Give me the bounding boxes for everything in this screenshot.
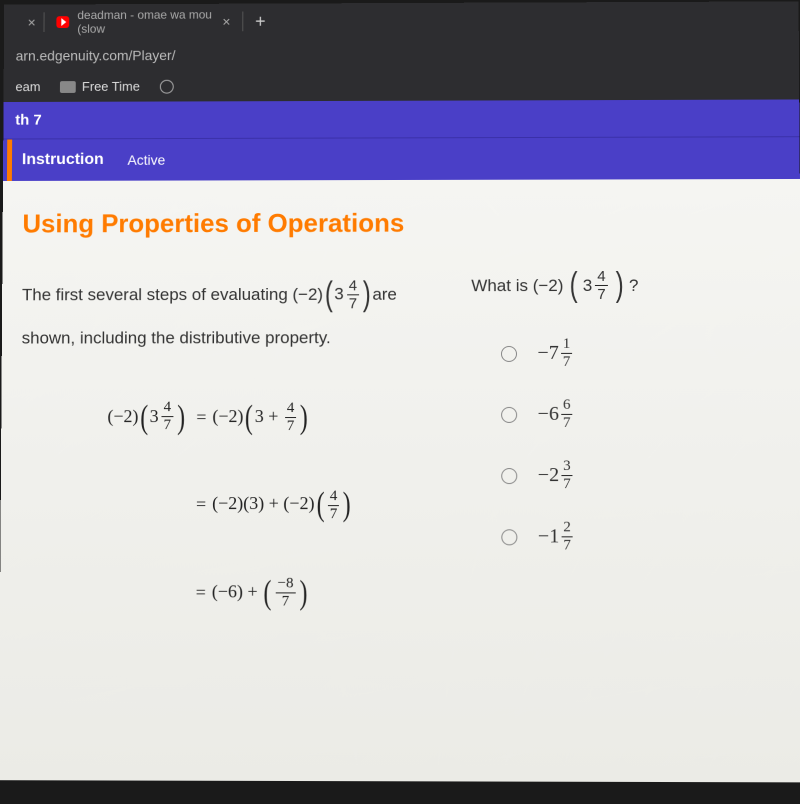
browser-chrome: × deadman - omae wa mou (slow × + arn.ed…	[4, 1, 800, 102]
prompt-line2: shown, including the distributive proper…	[22, 328, 331, 347]
frac-den: 7	[330, 506, 338, 522]
math-row-2: = (−2)(3) + (−2)(47)	[60, 464, 431, 546]
right-column: What is (−2)(347)? −717 −667 −237	[471, 266, 783, 641]
active-label: Active	[127, 152, 165, 168]
frac-den: 7	[563, 354, 571, 370]
url-bar[interactable]: arn.edgenuity.com/Player/	[4, 37, 799, 71]
radio-icon[interactable]	[502, 529, 518, 545]
frac-den: 7	[597, 286, 605, 302]
question-suffix: ?	[629, 275, 639, 295]
bookmark-folder[interactable]: Free Time	[60, 79, 140, 94]
frac-num: 4	[328, 489, 340, 506]
math-derivation: (−2)(347) = (−2)(3 + 47) = (−2)(3) + (−2…	[60, 377, 432, 635]
frac-den: 7	[563, 476, 571, 492]
frac-num: 3	[561, 459, 573, 476]
frac-num: 6	[561, 398, 573, 415]
option-c[interactable]: −237	[472, 459, 782, 492]
instruction-tab[interactable]: Instruction	[7, 139, 104, 181]
main-content: Using Properties of Operations The first…	[0, 179, 800, 782]
frac-num: 2	[561, 520, 573, 537]
math-row-1: (−2)(347) = (−2)(3 + 47)	[61, 377, 432, 459]
browser-tab-prev[interactable]: ×	[4, 4, 44, 40]
option-b[interactable]: −667	[471, 398, 781, 431]
close-icon[interactable]: ×	[222, 14, 230, 30]
body-row: The first several steps of evaluating (−…	[20, 266, 783, 641]
radio-icon[interactable]	[501, 345, 517, 361]
prompt-text: The first several steps of evaluating (−…	[22, 285, 323, 304]
radio-icon[interactable]	[502, 468, 518, 484]
intro-text: The first several steps of evaluating (−…	[22, 266, 432, 353]
frac-num: −8	[276, 576, 296, 593]
term: 3 +	[255, 406, 283, 426]
equals: =	[190, 571, 212, 614]
frac-num: 4	[162, 400, 174, 417]
youtube-icon	[56, 16, 69, 28]
bookmark-item[interactable]	[160, 79, 174, 93]
left-column: The first several steps of evaluating (−…	[20, 266, 432, 640]
option-d[interactable]: −127	[472, 520, 783, 553]
frac-num: 4	[595, 269, 607, 286]
opt-int: −6	[538, 403, 559, 426]
new-tab-button[interactable]: +	[243, 11, 277, 32]
frac-den: 7	[287, 418, 295, 434]
frac-den: 7	[282, 594, 290, 610]
course-title: th 7	[15, 112, 41, 129]
instruction-bar: Instruction Active	[3, 136, 800, 181]
question-text: What is (−2)(347)?	[471, 266, 780, 305]
answer-options: −717 −667 −237 −127	[471, 337, 782, 554]
option-a[interactable]: −717	[471, 337, 781, 370]
frac-num: 1	[561, 337, 573, 354]
question-prefix: What is (−2)	[471, 276, 563, 296]
frac-den: 7	[164, 417, 172, 433]
frac-num: 4	[347, 279, 359, 296]
tab-title: deadman - omae wa mou (slow	[77, 8, 214, 36]
browser-tab-youtube[interactable]: deadman - omae wa mou (slow ×	[44, 4, 242, 40]
opt-int: −1	[538, 525, 559, 548]
mixed-whole: 3	[334, 281, 343, 310]
folder-icon	[60, 81, 76, 93]
opt-int: −2	[538, 464, 559, 487]
close-icon[interactable]: ×	[28, 14, 36, 30]
section-title: Using Properties of Operations	[22, 207, 780, 239]
bookmarks-bar: eam Free Time	[4, 69, 800, 102]
mixed-whole: 3	[150, 395, 159, 438]
equals: =	[190, 484, 212, 527]
frac-den: 7	[349, 296, 357, 312]
term: (−2)	[107, 406, 138, 426]
math-row-3: = (−6) + (−87)	[60, 552, 432, 634]
tabs-bar: × deadman - omae wa mou (slow × +	[4, 1, 799, 40]
prompt-tail: are	[372, 285, 397, 304]
bookmark-item[interactable]: eam	[15, 79, 40, 94]
frac-num: 4	[285, 401, 297, 418]
bookmark-label: Free Time	[82, 79, 140, 94]
globe-icon	[160, 79, 174, 93]
frac-den: 7	[563, 415, 571, 431]
radio-icon[interactable]	[502, 406, 518, 422]
bookmark-label: eam	[15, 79, 40, 94]
term: (−6) +	[212, 581, 262, 601]
frac-den: 7	[563, 537, 571, 553]
term: (−2)	[212, 406, 243, 426]
opt-int: −7	[537, 342, 558, 365]
equals: =	[190, 396, 212, 439]
course-title-bar: th 7	[3, 99, 799, 138]
term: (−2)(3) + (−2)	[212, 493, 314, 513]
mixed-whole: 3	[583, 276, 593, 296]
